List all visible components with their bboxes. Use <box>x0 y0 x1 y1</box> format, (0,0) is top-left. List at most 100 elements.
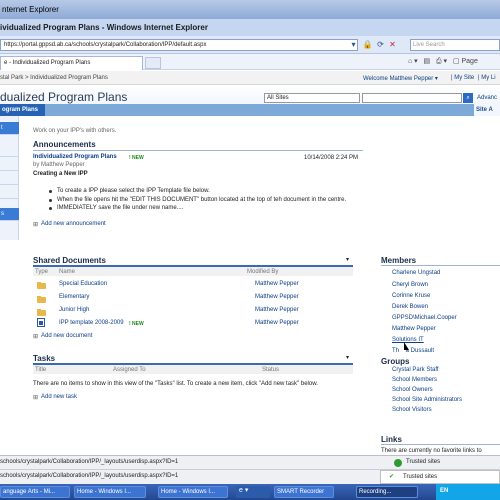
taskbar-button[interactable]: anguage Arts - Mi... <box>0 486 70 498</box>
column-status[interactable]: Status <box>262 367 279 373</box>
taskbar-button[interactable]: Home - Windows I... <box>158 486 228 498</box>
breadcrumb[interactable]: stal Park > Individualized Program Plans <box>0 75 108 81</box>
shared-documents-title[interactable]: Shared Documents <box>33 256 106 265</box>
chevron-down-icon[interactable]: ▾ <box>346 354 349 361</box>
chevron-down-icon[interactable]: ▾ <box>346 256 349 263</box>
my-site-link[interactable]: | My Site <box>451 75 474 81</box>
security-zone[interactable]: Trusted sites <box>406 459 440 465</box>
announcement-bullet: IMMEDIATELY save the file under new name… <box>57 205 184 211</box>
add-task-link[interactable]: Add new task <box>41 394 77 400</box>
quick-launch-item[interactable] <box>0 186 19 199</box>
announcement-title[interactable]: Individualized Program Plans <box>33 154 117 160</box>
member-link[interactable]: Cheryl Brown <box>392 282 428 288</box>
add-document-link[interactable]: Add new document <box>41 333 92 339</box>
address-bar: https://portal.gppsd.ab.ca/schools/cryst… <box>0 36 500 54</box>
member-link[interactable]: Derek Bowen <box>392 304 428 310</box>
site-title: dualized Program Plans <box>0 90 128 104</box>
group-link[interactable]: School Visitors <box>392 407 432 413</box>
feeds-icon[interactable]: ▤ <box>424 58 431 65</box>
document-name[interactable]: Junior High <box>59 307 89 313</box>
add-icon: ⊞ <box>33 395 39 401</box>
tab-bar: e - Individualized Program Plans ⌂ ▾ ▤ ⎙… <box>0 54 500 70</box>
command-bar: ⌂ ▾ ▤ ⎙ ▾ ▢ Page <box>408 57 478 66</box>
links-title[interactable]: Links <box>381 435 402 444</box>
member-link[interactable]: Charlene Ungstad <box>392 270 440 276</box>
taskbar-button[interactable]: SMART Recorder <box>274 486 334 498</box>
quick-launch-item[interactable] <box>0 144 19 157</box>
site-actions-menu[interactable]: Site A <box>474 104 500 116</box>
refresh-icon[interactable]: ⟳ <box>375 39 386 51</box>
language-indicator[interactable]: EN <box>440 488 448 494</box>
page-menu[interactable]: Page <box>461 58 477 65</box>
taskbar-button[interactable]: Home - Windows I... <box>74 486 146 498</box>
column-modified-by[interactable]: Modified By <box>247 269 278 275</box>
members-title[interactable]: Members <box>381 256 416 265</box>
security-zone[interactable]: Trusted sites <box>403 474 437 480</box>
group-link[interactable]: School Site Administrators <box>392 397 462 403</box>
sharepoint-top-bar: stal Park > Individualized Program Plans… <box>0 71 500 85</box>
page-menu-icon[interactable]: ▢ <box>453 58 460 65</box>
group-link[interactable]: School Members <box>392 377 437 383</box>
document-name[interactable]: Special Education <box>59 281 107 287</box>
add-icon: ⊞ <box>33 222 39 228</box>
print-icon[interactable]: ⎙ ▾ <box>436 58 447 65</box>
home-icon[interactable]: ⌂ ▾ <box>408 58 418 65</box>
column-name[interactable]: Name <box>59 269 75 275</box>
zone-indicator[interactable]: ✔ Trusted sites <box>380 470 500 484</box>
site-search-input[interactable] <box>362 93 462 103</box>
welcome-menu[interactable]: Welcome Matthew Pepper ▾ <box>363 75 438 82</box>
taskbar: anguage Arts - Mi... Home - Windows I...… <box>0 484 500 500</box>
mouse-cursor-icon <box>404 342 409 350</box>
divider <box>381 444 500 445</box>
site-description: Work on your IPP's with others. <box>33 128 117 134</box>
new-tab-button[interactable] <box>145 57 161 69</box>
quick-launch: t s <box>0 116 19 240</box>
folder-icon <box>37 282 46 289</box>
quick-launch-item[interactable] <box>0 158 19 171</box>
taskbar-button[interactable]: Recording... <box>356 486 418 498</box>
bullet <box>49 190 52 193</box>
quick-launch-item[interactable]: t <box>0 122 19 135</box>
document-name[interactable]: IPP template 2008-2009 <box>59 320 124 326</box>
document-modified-by[interactable]: Matthew Pepper <box>255 320 299 326</box>
column-type[interactable]: Type <box>35 269 48 275</box>
ie-taskbar-group[interactable]: e ▾ <box>236 486 270 498</box>
status-url: schools/crystalpark/Collaboration/IPP/_l… <box>0 473 179 479</box>
new-badge: ! NEW <box>129 155 144 161</box>
lock-icon[interactable]: 🔒 <box>362 39 373 51</box>
ie-title-bar: ividualized Program Plans - Windows Inte… <box>0 19 500 36</box>
quick-launch-item[interactable]: s <box>0 208 19 221</box>
divider <box>33 150 363 151</box>
check-icon: ✔ <box>389 474 395 480</box>
tasks-title[interactable]: Tasks <box>33 354 55 363</box>
dropdown-icon[interactable]: ▾ <box>348 39 359 51</box>
status-url: schools/crystalpark/Collaboration/IPP/_l… <box>0 459 179 465</box>
search-icon[interactable]: ⌕ <box>463 93 473 103</box>
folder-icon <box>37 309 46 316</box>
column-assigned-to[interactable]: Assigned To <box>113 367 146 373</box>
groups-title: Groups <box>381 357 410 366</box>
stop-icon[interactable]: ✕ <box>387 39 398 51</box>
member-link[interactable]: GPPSD\Michael.Cooper <box>392 315 457 321</box>
document-modified-by[interactable]: Matthew Pepper <box>255 307 299 313</box>
search-scope-select[interactable]: All Sites <box>264 93 360 103</box>
live-search-input[interactable]: Live Search <box>410 39 500 51</box>
document-modified-by[interactable]: Matthew Pepper <box>255 281 299 287</box>
group-link[interactable]: Crystal Park Staff <box>392 367 439 373</box>
advanced-search-link[interactable]: Advanc <box>477 95 497 101</box>
column-title[interactable]: Title <box>35 367 46 373</box>
document-name[interactable]: Elementary <box>59 294 89 300</box>
member-link[interactable]: Th a Dussault <box>392 348 434 354</box>
nav-tab-program-plans[interactable]: ogram Plans <box>0 104 45 116</box>
document-modified-by[interactable]: Matthew Pepper <box>255 294 299 300</box>
tasks-empty-message: There are no items to show in this view … <box>33 381 318 387</box>
announcements-title[interactable]: Announcements <box>33 140 96 149</box>
quick-launch-item[interactable] <box>0 172 19 185</box>
group-link[interactable]: School Owners <box>392 387 433 393</box>
add-announcement-link[interactable]: Add new announcement <box>41 221 106 227</box>
member-link[interactable]: Corinne Kruse <box>392 293 430 299</box>
browser-tab[interactable]: e - Individualized Program Plans <box>0 56 143 70</box>
my-links-link[interactable]: | My Li <box>478 75 496 81</box>
member-link[interactable]: Matthew Pepper <box>392 326 436 332</box>
url-input[interactable]: https://portal.gppsd.ab.ca/schools/cryst… <box>0 39 358 51</box>
